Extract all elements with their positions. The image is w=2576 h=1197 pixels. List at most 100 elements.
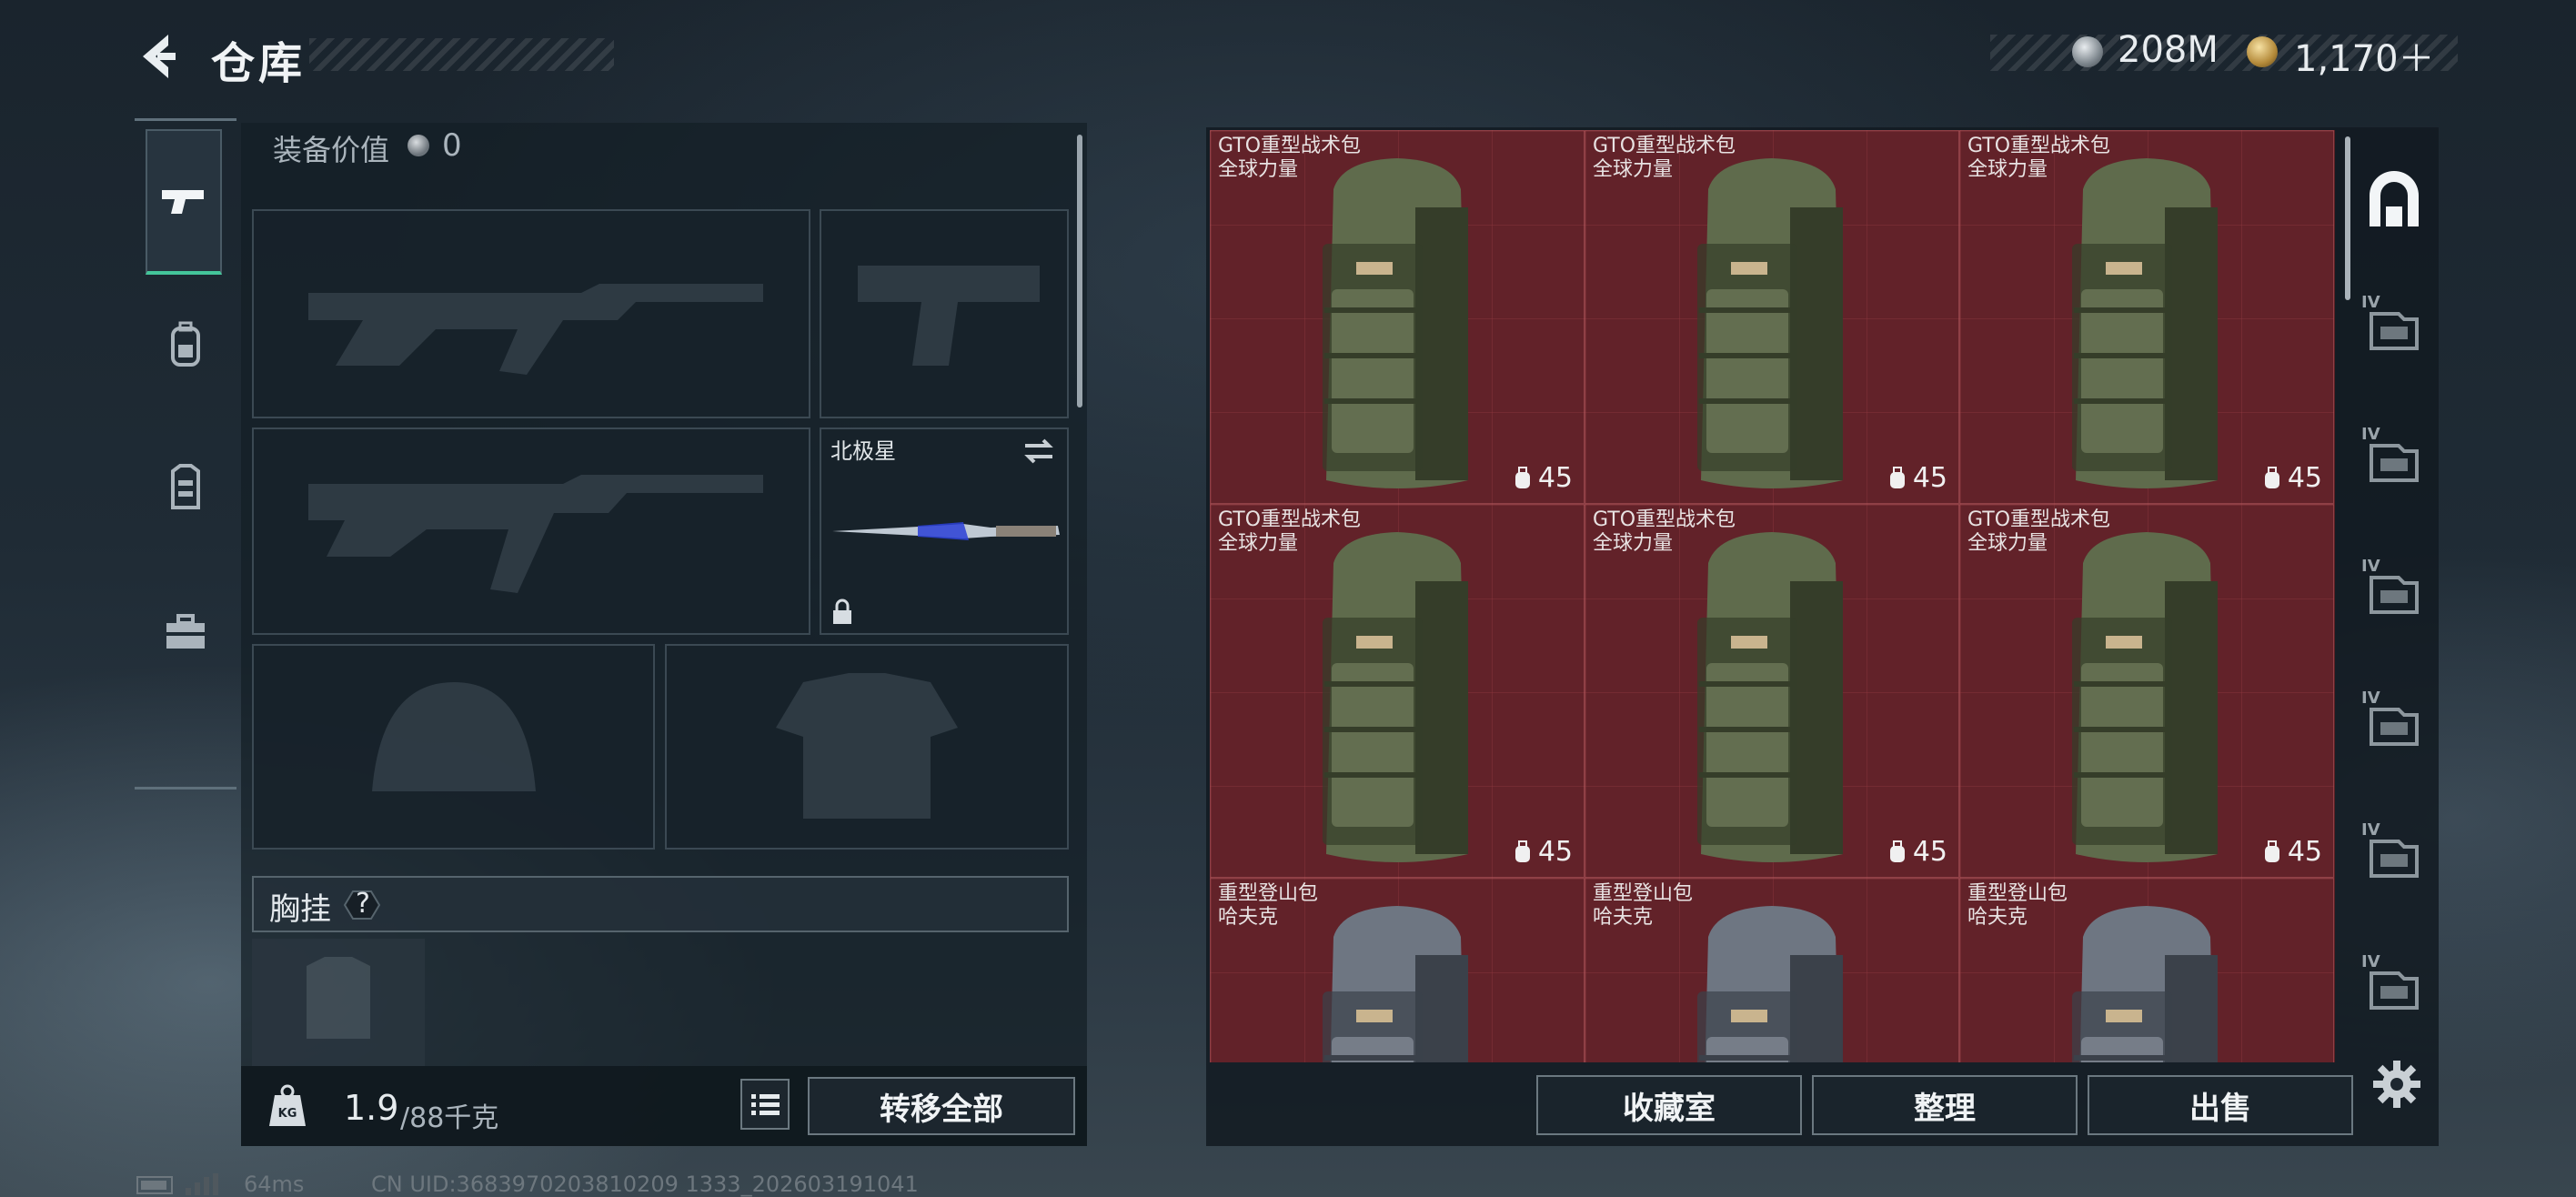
tab-level-label: IV xyxy=(2361,952,2380,971)
storage-item[interactable]: GTO重型战术包 全球力量 45 xyxy=(1959,504,2334,878)
backpack-icon xyxy=(2072,158,2218,488)
equip-value-label: 装备价值 xyxy=(273,133,390,167)
tab-storage-5[interactable]: IV xyxy=(2358,810,2430,900)
tab-storage-home[interactable] xyxy=(2358,155,2430,246)
tab-level-label: IV xyxy=(2361,425,2380,444)
nav-item-toolbox[interactable] xyxy=(135,564,236,700)
backpack-icon xyxy=(1323,158,1468,488)
signal-icon xyxy=(186,1173,218,1195)
backpack-icon xyxy=(2072,906,2218,1062)
storage-item[interactable]: 重型登山包 哈夫克 xyxy=(1585,878,1959,1062)
sell-button[interactable]: 出售 xyxy=(2088,1075,2353,1135)
item-name: 重型登山包 哈夫克 xyxy=(1218,882,1318,930)
item-name: 重型登山包 哈夫克 xyxy=(1967,882,2068,930)
helmet-slot[interactable] xyxy=(252,644,655,850)
pistol-silhouette-icon xyxy=(858,266,1040,366)
item-faction: 全球力量 xyxy=(1967,532,2048,555)
melee-name: 北极星 xyxy=(830,438,896,464)
tab-storage-4[interactable]: IV xyxy=(2358,678,2430,769)
storage-item[interactable]: 重型登山包 哈夫克 xyxy=(1210,878,1585,1062)
tab-storage-6[interactable]: IV xyxy=(2358,941,2430,1032)
tab-storage-1[interactable]: IV xyxy=(2358,282,2430,373)
nav-item-backpack[interactable] xyxy=(135,277,236,414)
item-name: GTO重型战术包 全球力量 xyxy=(1593,508,1736,556)
collection-room-button[interactable]: 收藏室 xyxy=(1536,1075,1802,1135)
item-capacity-value: 45 xyxy=(1912,836,1947,868)
gold-amount[interactable]: 1,170＋ xyxy=(2294,29,2435,82)
item-name-line1: GTO重型战术包 xyxy=(1218,508,1362,531)
storage-item[interactable]: GTO重型战术包 全球力量 45 xyxy=(1210,504,1585,878)
loadout-nav xyxy=(135,118,236,791)
item-name-line1: GTO重型战术包 xyxy=(1967,135,2111,157)
backup-weapon-slot[interactable] xyxy=(252,428,810,635)
storage-item[interactable]: GTO重型战术包 全球力量 45 xyxy=(1959,130,2334,504)
capacity-icon xyxy=(1514,840,1530,862)
chest-rig-label: 胸挂 xyxy=(269,891,331,928)
silver-amount: 208M xyxy=(2118,29,2219,71)
melee-slot[interactable]: 北极星 xyxy=(820,428,1069,635)
secondary-weapon-slot[interactable] xyxy=(820,209,1069,418)
chest-rig-slot[interactable] xyxy=(252,939,425,1066)
storage-item[interactable]: GTO重型战术包 全球力量 45 xyxy=(1585,130,1959,504)
armor-slot[interactable] xyxy=(665,644,1069,850)
storage-home-icon xyxy=(2370,171,2419,226)
item-capacity: 45 xyxy=(1513,836,1573,868)
item-name: GTO重型战术包 全球力量 xyxy=(1218,135,1361,182)
loadout-scrollbar[interactable] xyxy=(1077,135,1082,407)
helmet-silhouette-icon xyxy=(372,682,536,791)
item-capacity-value: 45 xyxy=(1912,462,1947,494)
tab-storage-2[interactable]: IV xyxy=(2358,414,2430,505)
armor-silhouette-icon xyxy=(776,673,958,819)
gear-icon[interactable] xyxy=(2370,1057,2424,1112)
rifle-silhouette-icon xyxy=(308,475,763,593)
title-decoration xyxy=(309,38,614,71)
item-name: GTO重型战术包 全球力量 xyxy=(1967,508,2110,556)
toolbox-icon xyxy=(166,614,205,649)
item-name: GTO重型战术包 全球力量 xyxy=(1967,135,2110,182)
item-name-line1: GTO重型战术包 xyxy=(1967,508,2111,531)
nav-item-weapon[interactable] xyxy=(146,129,222,275)
item-name: GTO重型战术包 全球力量 xyxy=(1218,508,1361,556)
list-icon xyxy=(751,1094,780,1115)
item-name-line1: 重型登山包 xyxy=(1967,882,2068,905)
organize-button[interactable]: 整理 xyxy=(1812,1075,2078,1135)
item-name: 重型登山包 哈夫克 xyxy=(1593,882,1693,930)
help-label: ? xyxy=(356,888,370,920)
item-name-line1: GTO重型战术包 xyxy=(1218,135,1362,157)
tab-storage-3[interactable]: IV xyxy=(2358,546,2430,637)
page-title: 仓库 xyxy=(211,38,307,89)
storage-item[interactable]: GTO重型战术包 全球力量 45 xyxy=(1585,504,1959,878)
nav-divider-bottom xyxy=(135,787,236,790)
transfer-all-button[interactable]: 转移全部 xyxy=(808,1077,1075,1135)
silver-coin-icon xyxy=(2072,36,2103,67)
back-arrow-icon[interactable] xyxy=(132,29,186,84)
nav-item-vest[interactable] xyxy=(135,418,236,555)
pistol-icon xyxy=(162,190,204,214)
weight-kg-icon: KG xyxy=(269,1084,306,1126)
backpack-icon xyxy=(1323,906,1468,1062)
item-capacity-value: 45 xyxy=(1537,836,1573,868)
primary-weapon-slot[interactable] xyxy=(252,209,810,418)
storage-grid: GTO重型战术包 全球力量 45 GTO重型战术包 全球力量 45 GTO重型战术包 全球力量… xyxy=(1210,130,2335,1062)
tab-level-label: IV xyxy=(2361,820,2380,840)
uid-text: CN UID:3683970203810209 1333_20260319104… xyxy=(371,1172,919,1197)
storage-item[interactable]: 重型登山包 哈夫克 xyxy=(1959,878,2334,1062)
storage-item[interactable]: GTO重型战术包 全球力量 45 xyxy=(1210,130,1585,504)
item-faction: 全球力量 xyxy=(1593,158,1674,181)
vest-icon xyxy=(171,464,200,509)
capacity-icon xyxy=(1889,840,1905,862)
backpack-icon xyxy=(1697,532,1843,862)
help-icon[interactable]: ? xyxy=(341,888,383,922)
swap-icon[interactable] xyxy=(1021,437,1056,466)
backpack-icon xyxy=(1697,906,1843,1062)
tab-level-label: IV xyxy=(2361,293,2380,312)
weight-current: 1.9 xyxy=(344,1088,399,1128)
item-name-line1: GTO重型战术包 xyxy=(1593,508,1736,531)
list-view-button[interactable] xyxy=(740,1079,790,1130)
weight-max: /88千克 xyxy=(400,1102,499,1134)
item-faction: 哈夫克 xyxy=(1218,906,1279,929)
backpack-icon xyxy=(2072,532,2218,862)
item-capacity-value: 45 xyxy=(2287,462,2322,494)
capacity-icon xyxy=(2264,466,2279,488)
ping-text: 64ms xyxy=(244,1172,305,1197)
